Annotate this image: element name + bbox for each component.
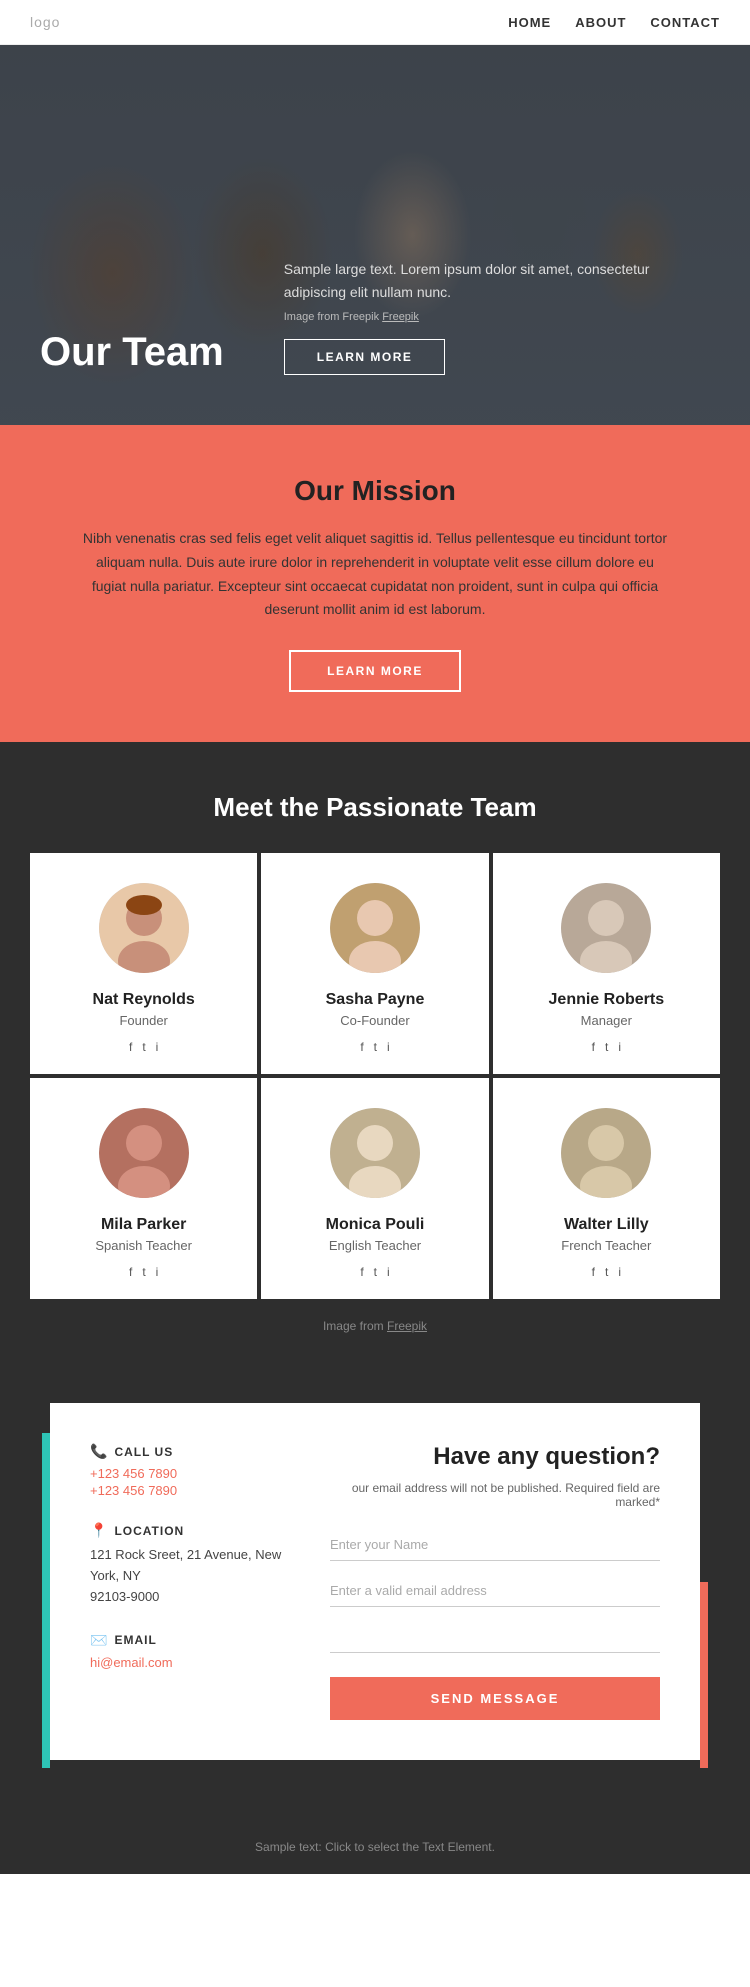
member-role: Spanish Teacher <box>95 1238 192 1253</box>
hero-description: Sample large text. Lorem ipsum dolor sit… <box>284 258 710 303</box>
twitter-icon[interactable]: t <box>605 1040 608 1054</box>
avatar <box>99 1108 189 1198</box>
instagram-icon[interactable]: i <box>156 1040 159 1054</box>
call-label: 📞 CALL US <box>90 1443 290 1460</box>
avatar <box>561 1108 651 1198</box>
member-name: Walter Lilly <box>564 1216 649 1234</box>
location-icon: 📍 <box>90 1522 108 1539</box>
name-input[interactable] <box>330 1529 660 1561</box>
name-field-group <box>330 1529 660 1561</box>
social-icons: f t i <box>592 1040 621 1054</box>
twitter-icon[interactable]: t <box>374 1040 377 1054</box>
member-role: English Teacher <box>329 1238 421 1253</box>
member-name: Nat Reynolds <box>93 991 195 1009</box>
instagram-icon[interactable]: i <box>387 1265 390 1279</box>
email-field-group <box>330 1575 660 1607</box>
location-label: 📍 LOCATION <box>90 1522 290 1539</box>
team-card: Nat Reynolds Founder f t i <box>30 853 257 1074</box>
social-icons: f t i <box>360 1040 389 1054</box>
social-icons: f t i <box>360 1265 389 1279</box>
logo: logo <box>30 14 60 30</box>
phone-icon: 📞 <box>90 1443 108 1460</box>
member-name: Monica Pouli <box>326 1216 425 1234</box>
team-title: Meet the Passionate Team <box>30 792 720 823</box>
social-icons: f t i <box>129 1040 158 1054</box>
member-role: Co-Founder <box>340 1013 409 1028</box>
instagram-icon[interactable]: i <box>156 1265 159 1279</box>
twitter-icon[interactable]: t <box>605 1265 608 1279</box>
team-card: Monica Pouli English Teacher f t i <box>261 1078 488 1299</box>
team-image-credit: Image from Freepik <box>30 1319 720 1353</box>
facebook-icon[interactable]: f <box>129 1265 132 1279</box>
avatar <box>99 883 189 973</box>
member-name: Mila Parker <box>101 1216 186 1234</box>
contact-left: 📞 CALL US +123 456 7890 +123 456 7890 📍 … <box>90 1443 290 1720</box>
email-block: ✉️ EMAIL hi@email.com <box>90 1632 290 1670</box>
facebook-icon[interactable]: f <box>360 1265 363 1279</box>
nav-about[interactable]: ABOUT <box>575 15 626 30</box>
message-field-group <box>330 1621 660 1653</box>
email-label: ✉️ EMAIL <box>90 1632 290 1649</box>
footer-text: Sample text: Click to select the Text El… <box>20 1840 730 1854</box>
mission-body: Nibh venenatis cras sed felis eget velit… <box>80 527 670 622</box>
location-block: 📍 LOCATION 121 Rock Sreet, 21 Avenue, Ne… <box>90 1522 290 1607</box>
phone-link-2[interactable]: +123 456 7890 <box>90 1483 290 1498</box>
twitter-icon[interactable]: t <box>142 1265 145 1279</box>
member-role: French Teacher <box>561 1238 651 1253</box>
team-section: Meet the Passionate Team Nat Reynolds Fo… <box>0 742 750 1383</box>
contact-section: 📞 CALL US +123 456 7890 +123 456 7890 📍 … <box>0 1383 750 1820</box>
call-block: 📞 CALL US +123 456 7890 +123 456 7890 <box>90 1443 290 1498</box>
hero-right: Sample large text. Lorem ipsum dolor sit… <box>284 258 710 375</box>
hero-content: Our Team Sample large text. Lorem ipsum … <box>40 258 710 375</box>
instagram-icon[interactable]: i <box>618 1265 621 1279</box>
hero-image-credit: Image from Freepik Freepik <box>284 311 710 323</box>
hero-learn-more-button[interactable]: LEARN MORE <box>284 339 446 375</box>
facebook-icon[interactable]: f <box>129 1040 132 1054</box>
hero-title: Our Team <box>40 330 224 375</box>
team-grid: Nat Reynolds Founder f t i Sasha Payne C… <box>30 853 720 1299</box>
email-input[interactable] <box>330 1575 660 1607</box>
navbar: logo HOME ABOUT CONTACT <box>0 0 750 45</box>
email-link[interactable]: hi@email.com <box>90 1655 290 1670</box>
team-card: Jennie Roberts Manager f t i <box>493 853 720 1074</box>
contact-right: Have any question? our email address wil… <box>330 1443 660 1720</box>
contact-card: 📞 CALL US +123 456 7890 +123 456 7890 📍 … <box>50 1403 700 1760</box>
freepik-link[interactable]: Freepik <box>387 1319 427 1333</box>
member-name: Sasha Payne <box>326 991 425 1009</box>
team-card: Mila Parker Spanish Teacher f t i <box>30 1078 257 1299</box>
avatar <box>330 883 420 973</box>
avatar <box>330 1108 420 1198</box>
hero-section: Our Team Sample large text. Lorem ipsum … <box>0 45 750 425</box>
twitter-icon[interactable]: t <box>142 1040 145 1054</box>
member-role: Founder <box>119 1013 167 1028</box>
social-icons: f t i <box>129 1265 158 1279</box>
mission-section: Our Mission Nibh venenatis cras sed feli… <box>0 425 750 742</box>
instagram-icon[interactable]: i <box>387 1040 390 1054</box>
facebook-icon[interactable]: f <box>592 1265 595 1279</box>
contact-note: our email address will not be published.… <box>330 1481 660 1509</box>
footer: Sample text: Click to select the Text El… <box>0 1820 750 1874</box>
facebook-icon[interactable]: f <box>592 1040 595 1054</box>
nav-home[interactable]: HOME <box>508 15 551 30</box>
team-card: Walter Lilly French Teacher f t i <box>493 1078 720 1299</box>
contact-inner: 📞 CALL US +123 456 7890 +123 456 7890 📍 … <box>90 1443 660 1720</box>
mission-learn-more-button[interactable]: LEARN MORE <box>289 650 461 692</box>
social-icons: f t i <box>592 1265 621 1279</box>
facebook-icon[interactable]: f <box>360 1040 363 1054</box>
avatar <box>561 883 651 973</box>
contact-title: Have any question? <box>330 1443 660 1471</box>
twitter-icon[interactable]: t <box>374 1265 377 1279</box>
address-text: 121 Rock Sreet, 21 Avenue, New York, NY … <box>90 1545 290 1607</box>
team-card: Sasha Payne Co-Founder f t i <box>261 853 488 1074</box>
mission-title: Our Mission <box>80 475 670 507</box>
message-input[interactable] <box>330 1621 660 1653</box>
nav-links: HOME ABOUT CONTACT <box>508 15 720 30</box>
email-icon: ✉️ <box>90 1632 108 1649</box>
phone-link-1[interactable]: +123 456 7890 <box>90 1466 290 1481</box>
send-message-button[interactable]: SEND MESSAGE <box>330 1677 660 1720</box>
nav-contact[interactable]: CONTACT <box>650 15 720 30</box>
member-name: Jennie Roberts <box>549 991 665 1009</box>
member-role: Manager <box>581 1013 632 1028</box>
instagram-icon[interactable]: i <box>618 1040 621 1054</box>
